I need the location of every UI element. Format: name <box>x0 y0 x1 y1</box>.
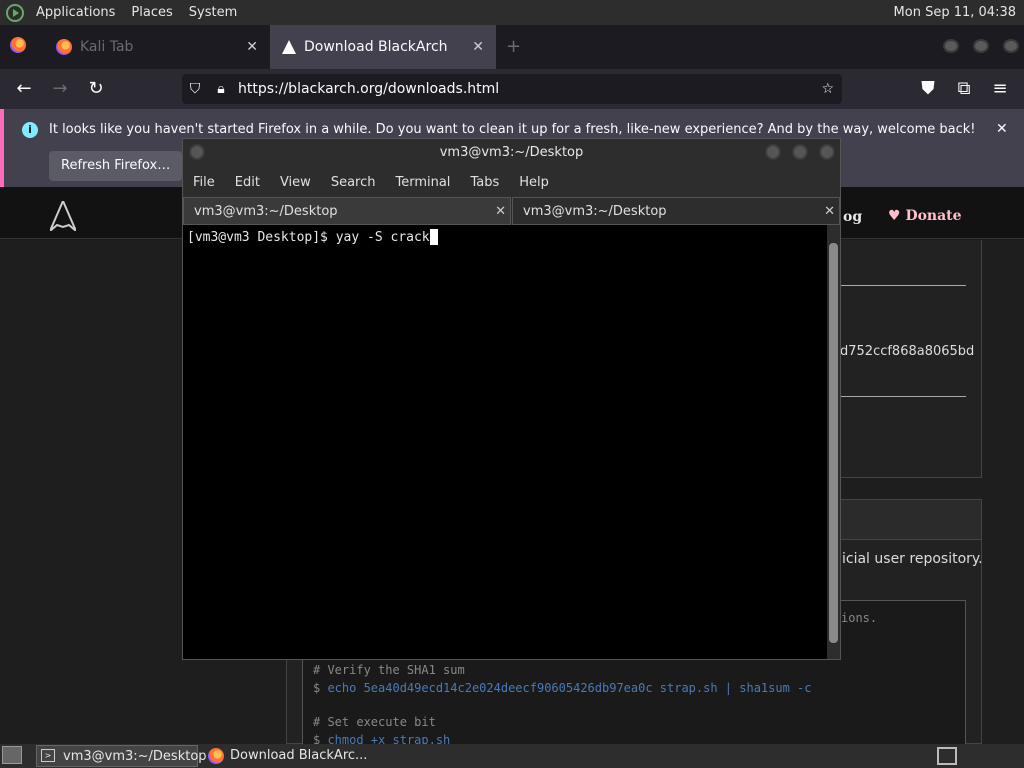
tab-blackarch[interactable]: Download BlackArch ✕ <box>270 25 496 69</box>
code-command-line: $ echo 5ea40d49ecd14c2e024deecf90605426d… <box>313 681 812 695</box>
repo-description-text: icial user repository. <box>842 551 983 567</box>
prompt-line[interactable]: [vm3@vm3 Desktop]$ yay -S crack <box>187 229 438 245</box>
terminal-menu-bar: File Edit View Search Terminal Tabs Help <box>183 169 840 195</box>
menu-file[interactable]: File <box>183 175 225 190</box>
reload-icon[interactable]: ↻ <box>84 77 108 101</box>
firefox-favicon-icon <box>56 39 72 55</box>
menu-edit[interactable]: Edit <box>225 175 270 190</box>
divider <box>838 285 966 286</box>
maximize-icon[interactable] <box>792 144 808 160</box>
tab-label: Download BlackArch <box>304 39 448 55</box>
lock-icon[interactable]: 🔒︎ <box>208 81 234 97</box>
hash-text: d752ccf868a8065bd <box>840 344 975 359</box>
forward-icon[interactable]: → <box>48 77 72 101</box>
menu-places[interactable]: Places <box>123 0 180 25</box>
code-comment: # Verify the SHA1 sum <box>313 663 465 677</box>
minimize-icon[interactable] <box>943 39 959 53</box>
nav-blog-link[interactable]: og <box>843 209 862 225</box>
terminal-tab-1[interactable]: vm3@vm3:~/Desktop ✕ <box>183 197 511 225</box>
tab-kali[interactable]: Kali Tab ✕ <box>44 25 270 69</box>
scrollbar-thumb[interactable] <box>829 243 838 643</box>
tab-label: vm3@vm3:~/Desktop <box>194 204 338 219</box>
close-icon[interactable]: ✕ <box>824 198 835 226</box>
menu-system[interactable]: System <box>181 0 245 25</box>
show-desktop-icon[interactable] <box>2 746 22 764</box>
close-icon[interactable]: ✕ <box>495 198 506 226</box>
shield-icon[interactable]: ⛉ <box>182 81 208 97</box>
terminal-screen[interactable]: [vm3@vm3 Desktop]$ yay -S crack <box>183 225 827 659</box>
info-icon: i <box>22 122 38 138</box>
notification-text: It looks like you haven't started Firefo… <box>49 122 976 137</box>
close-icon[interactable]: ✕ <box>996 121 1008 137</box>
taskbar-item-terminal[interactable]: > vm3@vm3:~/Desktop <box>36 745 207 767</box>
tab-label: Kali Tab <box>80 39 134 55</box>
menu-help[interactable]: Help <box>509 175 559 190</box>
terminal-tab-bar: vm3@vm3:~/Desktop ✕ vm3@vm3:~/Desktop ✕ <box>183 197 840 225</box>
minimize-icon[interactable] <box>765 144 781 160</box>
close-icon[interactable] <box>819 144 835 160</box>
pocket-icon[interactable]: ⛊ <box>916 77 940 101</box>
tab-label: vm3@vm3:~/Desktop <box>523 204 667 219</box>
new-tab-icon[interactable]: + <box>506 36 521 57</box>
blackarch-logo-icon[interactable] <box>50 201 76 231</box>
firefox-nav-bar: ← → ↻ ⛉ 🔒︎ https://blackarch.org/downloa… <box>0 69 1024 109</box>
maximize-icon[interactable] <box>973 39 989 53</box>
back-icon[interactable]: ← <box>12 77 36 101</box>
system-top-panel: Applications Places System Mon Sep 11, 0… <box>0 0 1024 25</box>
refresh-firefox-button[interactable]: Refresh Firefox… <box>49 151 183 181</box>
terminal-title[interactable]: vm3@vm3:~/Desktop <box>183 139 840 167</box>
download-card <box>840 240 982 478</box>
firefox-icon <box>208 748 224 764</box>
menu-tabs[interactable]: Tabs <box>460 175 509 190</box>
terminal-icon: > <box>41 749 55 762</box>
url-text[interactable]: https://blackarch.org/downloads.html <box>238 81 499 97</box>
menu-applications[interactable]: Applications <box>28 0 123 25</box>
workspace-switcher[interactable] <box>937 747 957 765</box>
divider <box>838 396 966 397</box>
close-window-icon[interactable] <box>1003 39 1019 53</box>
menu-view[interactable]: View <box>270 175 321 190</box>
extensions-icon[interactable]: ⧉ <box>952 77 976 101</box>
hamburger-menu-icon[interactable]: ≡ <box>988 77 1012 101</box>
text-cursor <box>429 229 438 245</box>
taskbar-label: Download BlackArc... <box>230 748 368 763</box>
window-menu-icon[interactable] <box>189 144 205 160</box>
terminal-tab-2[interactable]: vm3@vm3:~/Desktop ✕ <box>512 197 840 225</box>
nav-donate-link[interactable]: ♥ Donate <box>888 208 962 224</box>
close-icon[interactable]: ✕ <box>472 39 484 55</box>
close-icon[interactable]: ✕ <box>246 39 258 55</box>
menu-search[interactable]: Search <box>321 175 386 190</box>
menu-terminal[interactable]: Terminal <box>385 175 460 190</box>
terminal-window[interactable]: vm3@vm3:~/Desktop File Edit View Search … <box>182 138 841 660</box>
clock[interactable]: Mon Sep 11, 04:38 <box>894 5 1024 20</box>
code-comment: ions. <box>841 611 878 625</box>
code-comment: # Set execute bit <box>313 715 436 729</box>
bookmark-star-icon[interactable]: ☆ <box>821 81 834 97</box>
taskbar-item-firefox[interactable]: Download BlackArc... <box>204 745 394 767</box>
blackarch-favicon-icon <box>282 40 296 54</box>
url-bar[interactable]: ⛉ 🔒︎ https://blackarch.org/downloads.htm… <box>182 74 842 104</box>
firefox-menu-icon[interactable] <box>10 37 26 53</box>
heart-icon: ♥ <box>888 208 901 224</box>
taskbar-label: vm3@vm3:~/Desktop <box>63 749 207 764</box>
bottom-panel: > vm3@vm3:~/Desktop Download BlackArc... <box>0 744 1024 768</box>
system-logo-icon[interactable] <box>6 3 24 22</box>
